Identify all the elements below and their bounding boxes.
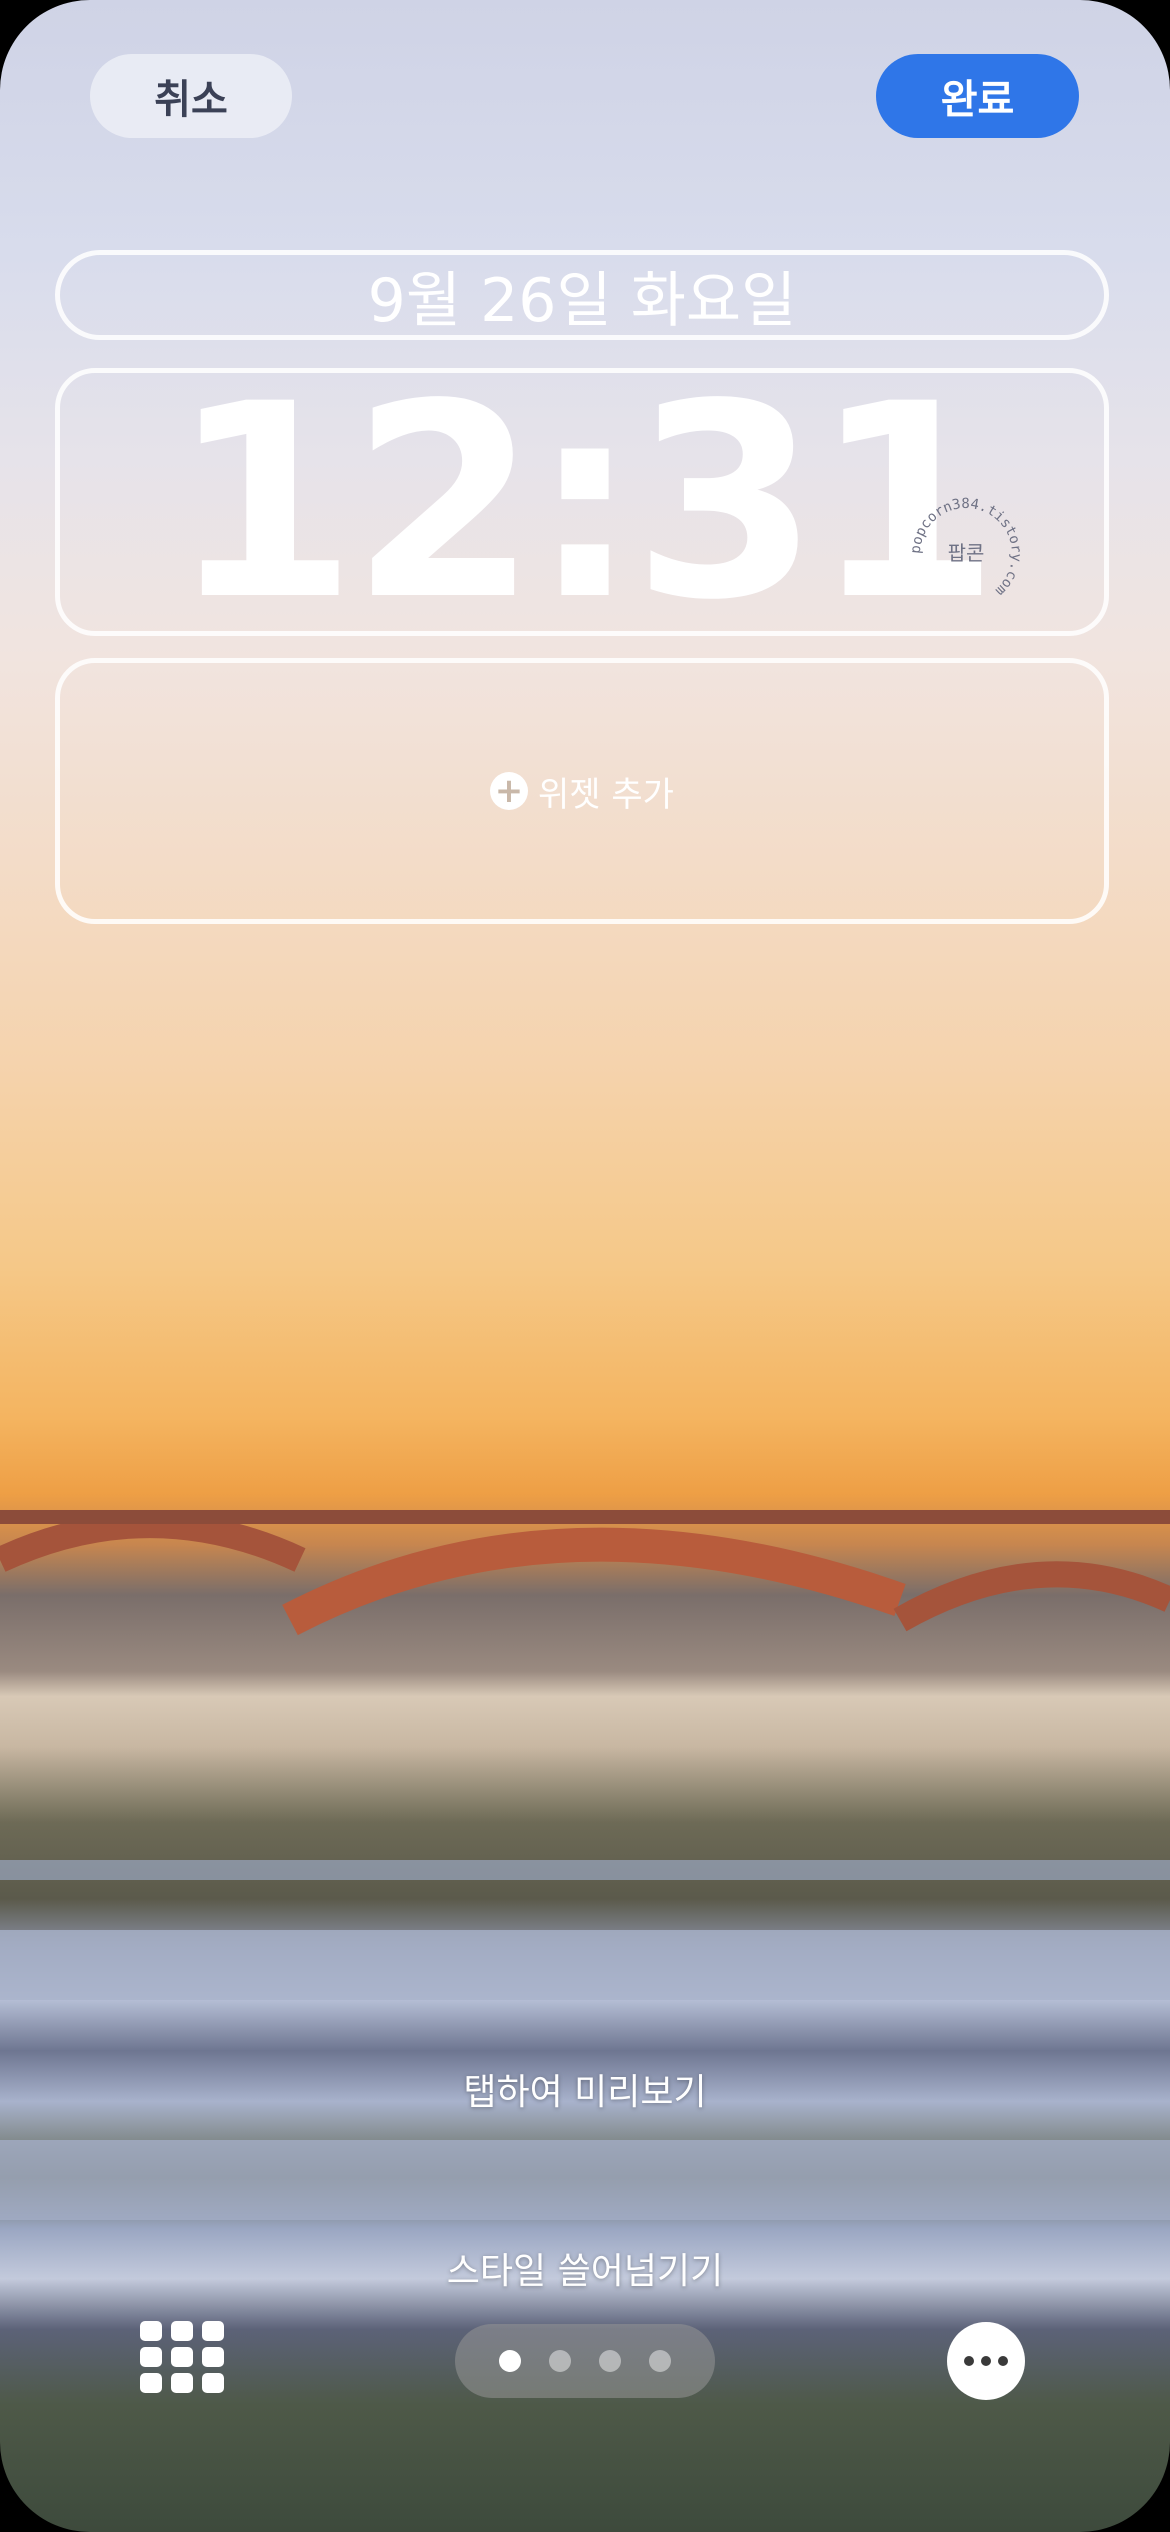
date-text: 9월 26일 화요일 <box>367 265 797 336</box>
page-dot <box>549 2350 571 2372</box>
more-options-button[interactable] <box>947 2322 1025 2400</box>
cancel-button[interactable]: 취소 <box>90 54 292 138</box>
date-widget[interactable]: 9월 26일 화요일 <box>55 250 1109 340</box>
page-dot <box>599 2350 621 2372</box>
plus-circle-icon: + <box>490 772 529 810</box>
page-dot <box>499 2350 521 2372</box>
add-widget-label: 위젯 추가 <box>538 774 674 815</box>
grid-icon[interactable] <box>140 2321 224 2395</box>
add-widget-button[interactable]: + 위젯 추가 <box>490 767 674 816</box>
tap-to-preview-hint: 탭하여 미리보기 <box>463 2072 707 2113</box>
page-dot <box>649 2350 671 2372</box>
style-page-indicator[interactable] <box>455 2324 715 2398</box>
swipe-styles-hint: 스타일 쓸어넘기기 <box>446 2251 724 2292</box>
watermark-inner: 팝콘 <box>948 541 985 565</box>
widget-area[interactable]: + 위젯 추가 <box>55 658 1109 924</box>
lock-screen-editor: 취소 완료 9월 26일 화요일 12:31 popcorn384.tistor… <box>0 0 1170 2532</box>
done-button[interactable]: 완료 <box>876 54 1079 138</box>
ellipsis-icon <box>964 2356 974 2366</box>
watermark-stamp: popcorn384.tistory.com 팝콘 <box>908 496 1024 599</box>
